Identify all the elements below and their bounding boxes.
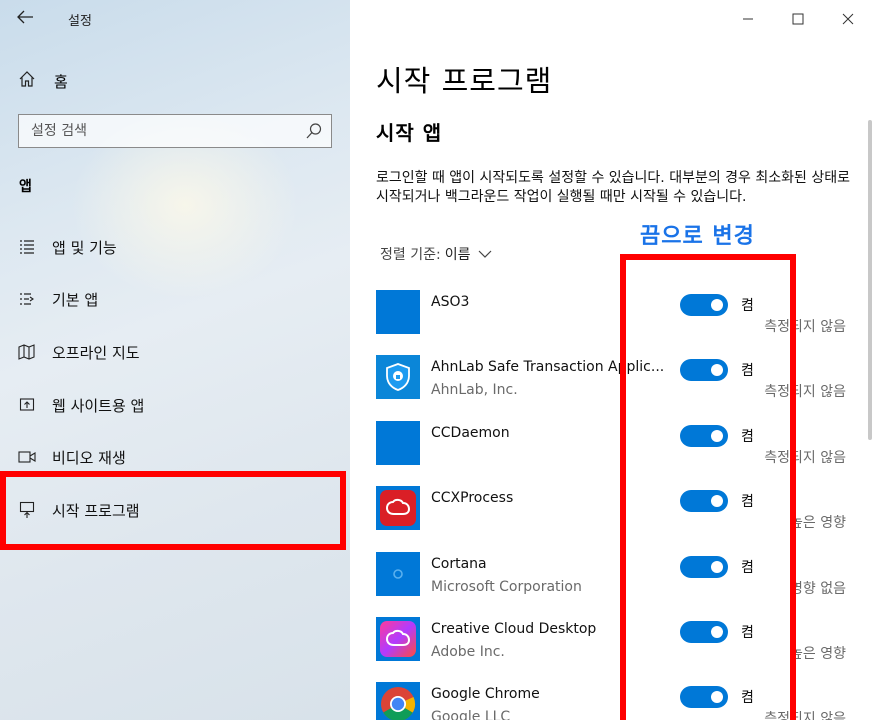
chevron-down-icon	[479, 250, 492, 258]
sidebar-item-label: 시작 프로그램	[52, 501, 140, 520]
search-icon[interactable]	[305, 122, 323, 140]
window-title: 설정	[68, 14, 92, 29]
back-arrow-icon[interactable]	[16, 9, 36, 27]
toggle-state: 켬	[741, 494, 754, 510]
home-link[interactable]: 홈	[18, 66, 318, 96]
map-icon	[18, 343, 36, 361]
app-name: Google Chrome	[431, 686, 540, 702]
sidebar-item-default-apps[interactable]: 기본 앱	[0, 273, 350, 325]
app-name: Creative Cloud Desktop	[431, 621, 597, 637]
app-publisher: Adobe Inc.	[431, 644, 505, 660]
search-box	[18, 114, 332, 148]
sidebar-item-offline-maps[interactable]: 오프라인 지도	[0, 326, 350, 378]
section-subtitle: 시작 앱	[376, 121, 443, 145]
startup-toggle[interactable]	[680, 621, 728, 643]
app-publisher: Google LLC	[431, 709, 511, 720]
description-text: 로그인할 때 앱이 시작되도록 설정할 수 있습니다. 대부분의 경우 최소화된…	[376, 170, 850, 205]
home-icon	[18, 70, 36, 92]
startup-toggle[interactable]	[680, 425, 728, 447]
app-row: Google Chrome Google LLC 켬 측정되지 않음	[350, 682, 874, 720]
app-name: CCXProcess	[431, 490, 514, 506]
startup-toggle[interactable]	[680, 556, 728, 578]
sidebar-item-label: 오프라인 지도	[52, 343, 140, 362]
startup-impact: 측정되지 않음	[764, 450, 846, 466]
startup-toggle[interactable]	[680, 686, 728, 708]
startup-impact: 측정되지 않음	[764, 319, 846, 335]
startup-impact: 영향 없음	[790, 581, 846, 597]
startup-toggle[interactable]	[680, 490, 728, 512]
toggle-state: 켬	[741, 560, 754, 576]
cortana-icon	[376, 552, 420, 596]
app-publisher: AhnLab, Inc.	[431, 382, 518, 398]
sort-label: 정렬 기준:	[380, 247, 441, 263]
minimize-icon	[743, 18, 753, 20]
scrollbar[interactable]	[868, 120, 872, 440]
app-row: ASO3 켬 측정되지 않음	[350, 290, 874, 354]
sort-value: 이름	[444, 247, 471, 263]
sidebar: 설정 홈 앱 앱 및 기능 기본 앱 오프라인 지도 웹	[0, 0, 350, 720]
sidebar-item-video-playback[interactable]: 비디오 재생	[0, 431, 350, 483]
startup-impact: 측정되지 않음	[764, 711, 846, 720]
creative-cloud-icon	[376, 617, 420, 661]
search-input[interactable]	[19, 115, 289, 147]
title-bar: 설정	[0, 0, 350, 36]
toggle-state: 켬	[741, 298, 754, 314]
app-row: Cortana Microsoft Corporation 켬 영향 없음	[350, 552, 874, 616]
shield-icon	[376, 355, 420, 399]
default-apps-icon	[18, 290, 36, 308]
toggle-state: 켬	[741, 363, 754, 379]
app-row: CCDaemon 켬 측정되지 않음	[350, 421, 874, 485]
section-heading: 앱	[19, 179, 32, 195]
app-publisher: Microsoft Corporation	[431, 579, 582, 595]
list-icon	[18, 238, 36, 256]
toggle-state: 켬	[741, 625, 754, 641]
app-row: AhnLab Safe Transaction Applic... AhnLab…	[350, 355, 874, 419]
app-name: CCDaemon	[431, 425, 510, 441]
startup-impact: 높은 영향	[790, 515, 846, 531]
page-title: 시작 프로그램	[376, 64, 553, 98]
home-label: 홈	[54, 72, 68, 91]
video-icon	[18, 448, 36, 466]
maximize-button[interactable]	[778, 6, 818, 32]
web-app-icon	[18, 396, 36, 414]
blank-tile-icon	[376, 290, 420, 334]
app-row: CCXProcess 켬 높은 영향	[350, 486, 874, 550]
startup-icon	[18, 501, 36, 519]
minimize-button[interactable]	[728, 6, 768, 32]
sidebar-item-web-apps[interactable]: 웹 사이트용 앱	[0, 379, 350, 431]
sidebar-item-apps-features[interactable]: 앱 및 기능	[0, 221, 350, 273]
close-button[interactable]	[828, 6, 868, 32]
startup-impact: 측정되지 않음	[764, 384, 846, 400]
sidebar-item-label: 기본 앱	[52, 290, 99, 309]
creative-cloud-red-icon	[376, 486, 420, 530]
app-name: Cortana	[431, 556, 487, 572]
sidebar-item-label: 웹 사이트용 앱	[52, 396, 145, 415]
sidebar-item-startup[interactable]: 시작 프로그램	[0, 484, 350, 536]
app-name: ASO3	[431, 294, 470, 310]
close-icon	[842, 13, 854, 25]
chrome-icon	[376, 682, 420, 720]
maximize-icon	[792, 13, 804, 25]
annotation-text: 끔으로 변경	[640, 224, 755, 249]
blank-tile-icon	[376, 421, 420, 465]
toggle-state: 켬	[741, 690, 754, 706]
app-name: AhnLab Safe Transaction Applic...	[431, 359, 665, 375]
toggle-state: 켬	[741, 429, 754, 445]
app-row: Creative Cloud Desktop Adobe Inc. 켬 높은 영…	[350, 617, 874, 681]
sidebar-item-label: 앱 및 기능	[52, 238, 117, 257]
content-pane: 시작 프로그램 시작 앱 로그인할 때 앱이 시작되도록 설정할 수 있습니다.…	[350, 0, 874, 720]
sort-dropdown[interactable]: 정렬 기준: 이름	[380, 244, 492, 264]
sidebar-item-label: 비디오 재생	[52, 448, 126, 467]
startup-impact: 높은 영향	[790, 646, 846, 662]
startup-toggle[interactable]	[680, 359, 728, 381]
startup-toggle[interactable]	[680, 294, 728, 316]
